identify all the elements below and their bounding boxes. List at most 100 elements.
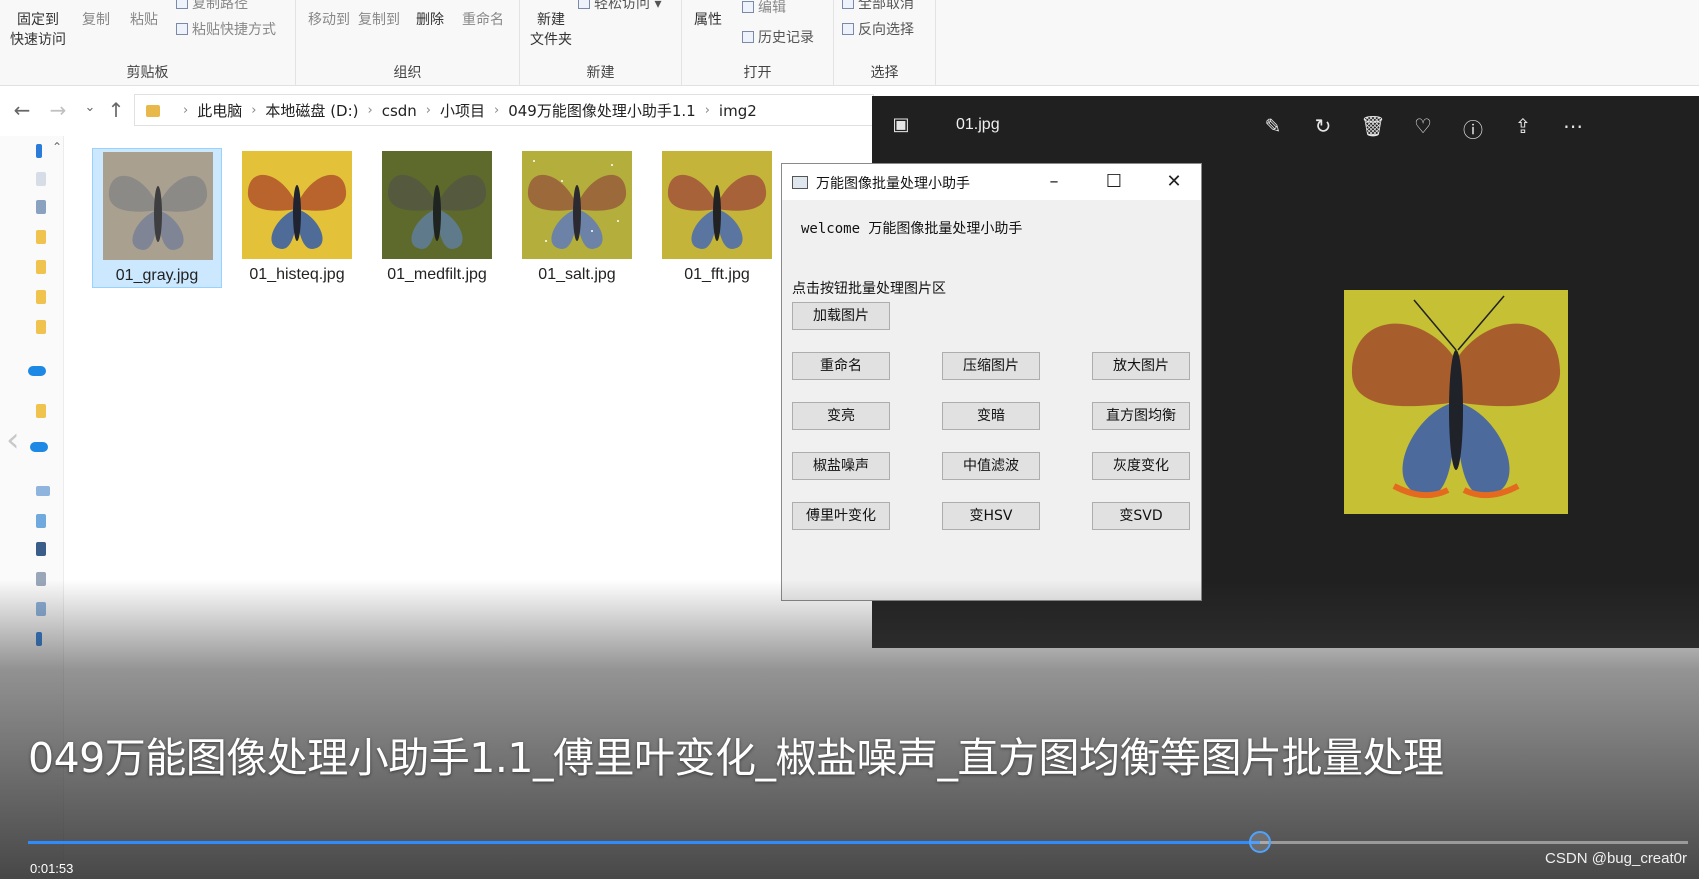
quick-access-icon[interactable] (36, 144, 42, 158)
previous-arrow-icon[interactable]: ‹ (6, 420, 20, 460)
fourier-transform-button[interactable]: 傅里叶变化 (792, 502, 890, 530)
edit-icon (742, 1, 754, 13)
documents-icon[interactable] (36, 200, 46, 214)
delete-button[interactable]: 删除 (410, 10, 450, 30)
new-group-label: 新建 (586, 65, 615, 81)
copy-button[interactable]: 复制 (76, 10, 116, 30)
open-group-label: 打开 (743, 65, 772, 81)
salt-noise-button[interactable]: 椒盐噪声 (792, 452, 890, 480)
file-thumbnail[interactable]: 01_salt.jpg (512, 148, 642, 288)
history-button[interactable]: 历史记录 (742, 28, 814, 48)
clipboard-group-label: 剪贴板 (126, 65, 169, 81)
folder-icon[interactable] (36, 320, 46, 334)
folder-icon[interactable] (36, 290, 46, 304)
history-label: 历史记录 (758, 30, 814, 46)
copy-path-button[interactable]: 复制路径 (176, 0, 248, 14)
up-arrow-icon[interactable]: ↑ (104, 98, 128, 122)
svd-button[interactable]: 变SVD (1092, 502, 1190, 530)
file-thumbnail[interactable]: 01_medfilt.jpg (372, 148, 502, 288)
enlarge-button[interactable]: 放大图片 (1092, 352, 1190, 380)
pin-quick-access-button[interactable]: 固定到 快速访问 (4, 10, 72, 50)
grayscale-button[interactable]: 灰度变化 (1092, 452, 1190, 480)
brighten-button[interactable]: 变亮 (792, 402, 890, 430)
edit-image-icon[interactable]: ✎ (1260, 114, 1286, 138)
more-options-icon[interactable]: ⋯ (1560, 114, 1586, 138)
breadcrumb: › 此电脑 › 本地磁盘 (D:) › csdn › 小项目 › 049万能图像处理小助… (146, 100, 757, 121)
info-icon[interactable]: ⓘ (1460, 114, 1486, 143)
median-filter-button[interactable]: 中值滤波 (942, 452, 1040, 480)
desktop-icon[interactable] (36, 172, 46, 186)
paste-shortcut-button[interactable]: 粘贴快捷方式 (176, 20, 276, 40)
welcome-text: welcome 万能图像批量处理小助手 (801, 221, 1023, 237)
drive-icon[interactable] (36, 542, 46, 556)
paste-button[interactable]: 粘贴 (122, 10, 166, 30)
move-to-button[interactable]: 移动到 (304, 10, 354, 30)
folder-icon (146, 104, 160, 117)
rename-button[interactable]: 重命名 (456, 10, 510, 30)
file-thumbnail[interactable]: 01_histeq.jpg (232, 148, 362, 288)
breadcrumb-item[interactable]: 此电脑 (197, 100, 242, 121)
breadcrumb-item[interactable]: img2 (719, 102, 757, 120)
file-name: 01_medfilt.jpg (387, 266, 487, 283)
edit-button[interactable]: 编辑 (742, 0, 786, 18)
favorite-heart-icon[interactable]: ♡ (1410, 114, 1436, 138)
breadcrumb-separator-icon: › (494, 103, 500, 118)
video-title: 049万能图像处理小助手1.1_傅里叶变化_椒盐噪声_直方图均衡等图片批量处理 (28, 734, 1444, 782)
history-icon (742, 31, 754, 43)
drive-icon[interactable] (36, 514, 46, 528)
new-group: 新建 文件夹 轻松访问 ▾ 新建 (520, 0, 682, 86)
file-name: 01_histeq.jpg (249, 266, 345, 283)
scroll-up-icon[interactable]: ⌃ (52, 140, 62, 154)
file-thumbnail[interactable]: 01_gray.jpg (92, 148, 222, 288)
breadcrumb-item[interactable]: 小项目 (440, 100, 485, 121)
breadcrumb-separator-icon: › (251, 103, 257, 118)
gallery-icon[interactable]: ▣ (888, 114, 914, 135)
this-pc-icon[interactable] (36, 486, 50, 496)
recent-locations-chevron-icon[interactable]: ⌄ (78, 100, 102, 115)
video-progress-bar[interactable] (28, 831, 1688, 853)
back-arrow-icon[interactable]: ← (10, 98, 34, 122)
breadcrumb-item[interactable]: csdn (382, 102, 417, 120)
video-progress-knob[interactable] (1248, 831, 1271, 853)
hsv-button[interactable]: 变HSV (942, 502, 1040, 530)
maximize-icon[interactable]: ☐ (1092, 168, 1136, 196)
easy-access-button[interactable]: 轻松访问 ▾ (578, 0, 661, 14)
select-none-label: 全部取消 (858, 0, 914, 12)
onedrive-icon[interactable] (30, 442, 48, 452)
viewer-filename: 01.jpg (956, 116, 1000, 133)
butterfly-gray-image (103, 152, 213, 260)
folder-icon[interactable] (36, 404, 46, 418)
delete-icon[interactable]: 🗑 (1360, 114, 1386, 138)
rename-button[interactable]: 重命名 (792, 352, 890, 380)
file-name: 01_salt.jpg (538, 266, 616, 283)
onedrive-icon[interactable] (28, 366, 46, 376)
compress-button[interactable]: 压缩图片 (942, 352, 1040, 380)
edit-label: 编辑 (758, 0, 786, 16)
select-group-label: 选择 (870, 65, 899, 81)
file-thumbnail[interactable]: 01_fft.jpg (652, 148, 782, 288)
folder-icon[interactable] (36, 230, 46, 244)
breadcrumb-separator-icon: › (367, 103, 373, 118)
video-progress-fill (28, 841, 1260, 844)
breadcrumb-item[interactable]: 049万能图像处理小助手1.1 (508, 100, 696, 121)
share-icon[interactable]: ⇪ (1510, 114, 1536, 138)
select-none-button[interactable]: 全部取消 (842, 0, 914, 14)
easy-access-label: 轻松访问 (594, 0, 650, 12)
invert-selection-button[interactable]: 反向选择 (842, 20, 914, 40)
darken-button[interactable]: 变暗 (942, 402, 1040, 430)
rotate-icon[interactable]: ↻ (1310, 114, 1336, 138)
forward-arrow-icon[interactable]: → (46, 98, 70, 122)
properties-button[interactable]: 属性 (688, 10, 728, 30)
close-icon[interactable]: ✕ (1152, 168, 1196, 196)
new-folder-button[interactable]: 新建 文件夹 (524, 10, 578, 50)
copy-to-button[interactable]: 复制到 (354, 10, 404, 30)
organize-group-label: 组织 (393, 65, 422, 81)
load-images-button[interactable]: 加载图片 (792, 302, 890, 330)
minimize-icon[interactable]: – (1032, 168, 1076, 196)
histogram-equalize-button[interactable]: 直方图均衡 (1092, 402, 1190, 430)
title-bar: 万能图像批量处理小助手 – ☐ ✕ (782, 164, 1201, 200)
folder-icon[interactable] (36, 260, 46, 274)
butterfly-medfilt-image (382, 151, 492, 259)
breadcrumb-item[interactable]: 本地磁盘 (D:) (265, 100, 358, 121)
invert-selection-label: 反向选择 (858, 22, 914, 38)
